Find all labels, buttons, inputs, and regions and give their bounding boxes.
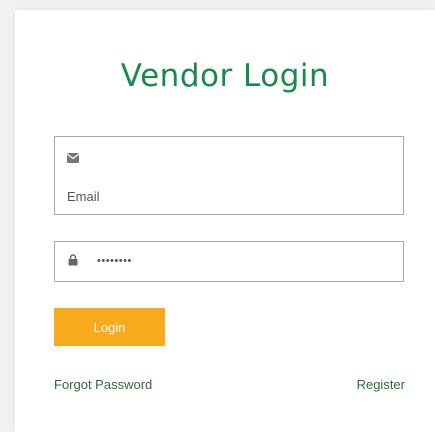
login-card: Vendor Login Login Forgot Password Regis… <box>15 10 435 432</box>
page-title: Vendor Login <box>120 58 330 94</box>
register-link[interactable]: Register <box>357 377 405 392</box>
password-input[interactable] <box>97 253 387 269</box>
password-field-container[interactable] <box>54 241 404 282</box>
forgot-password-link[interactable]: Forgot Password <box>54 377 152 392</box>
login-button[interactable]: Login <box>54 308 165 346</box>
lock-icon <box>68 254 78 266</box>
email-input[interactable] <box>67 187 387 205</box>
email-field-container[interactable] <box>54 136 404 215</box>
envelope-icon <box>67 153 79 163</box>
